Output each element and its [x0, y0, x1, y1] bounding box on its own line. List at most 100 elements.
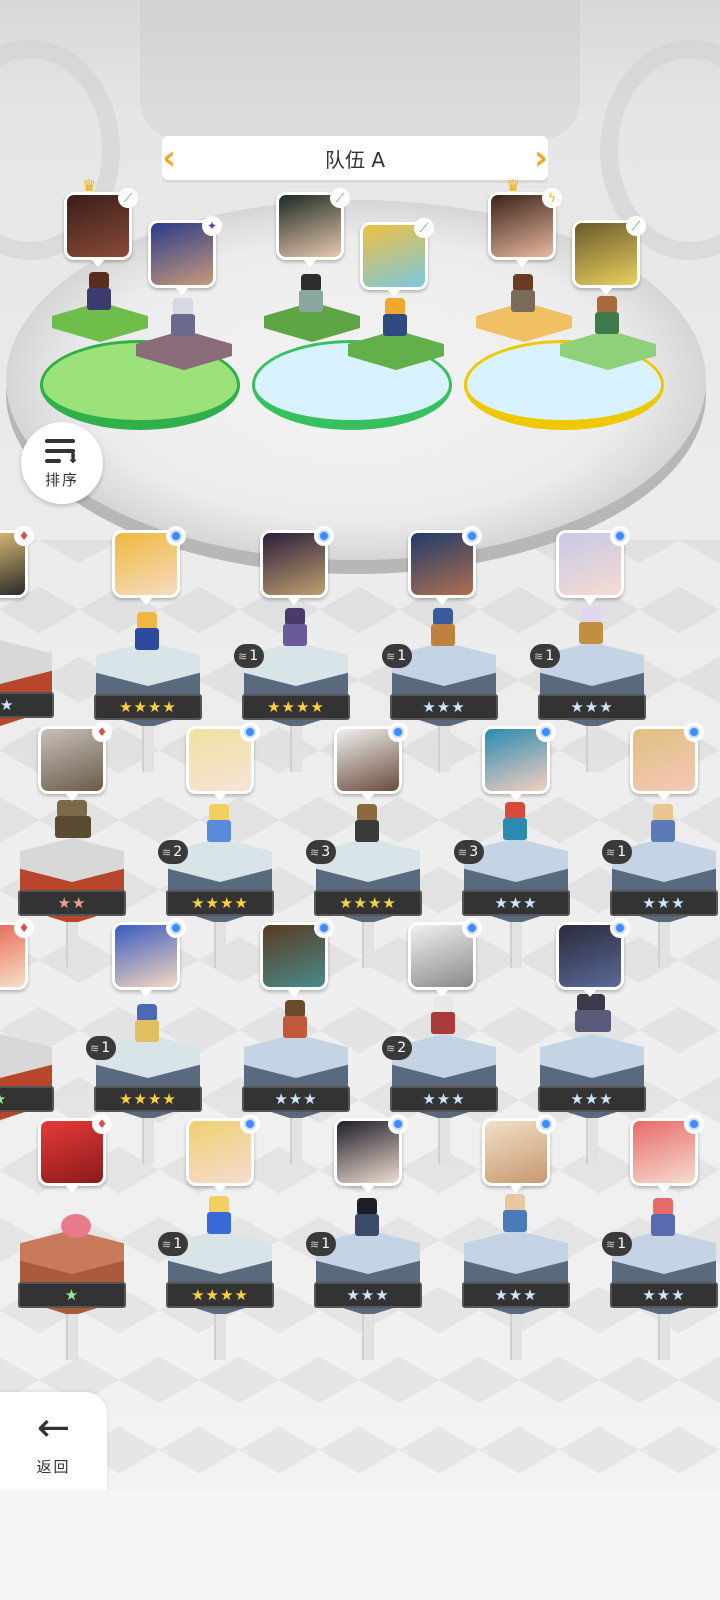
- hero-sprite[interactable]: [350, 1198, 384, 1238]
- level-icon: ≋: [162, 1237, 172, 1251]
- team-member-block: [476, 302, 572, 386]
- team-member-sprite[interactable]: [378, 298, 412, 338]
- back-button[interactable]: ← 返回: [0, 1392, 107, 1492]
- leader-crown-icon: ♛: [506, 176, 521, 195]
- hero-sprite[interactable]: [498, 802, 532, 842]
- team-member-sprite[interactable]: [294, 274, 328, 314]
- hero-portrait[interactable]: ♦: [38, 1114, 112, 1193]
- hero-portrait[interactable]: [556, 526, 630, 605]
- team-portrait[interactable]: ♛ ϟ: [488, 176, 562, 267]
- hero-portrait[interactable]: [112, 526, 186, 605]
- water-element-icon: [610, 918, 630, 938]
- dark-element-icon: ✦: [202, 216, 222, 236]
- water-element-icon: [610, 526, 630, 546]
- water-element-icon: [240, 1114, 260, 1134]
- hero-sprite[interactable]: [278, 1000, 312, 1040]
- hero-portrait[interactable]: ♦: [0, 526, 34, 598]
- hero-level-badge: ≋ 2: [158, 840, 189, 864]
- level-icon: ≋: [606, 1237, 616, 1251]
- sort-label: 排序: [44, 470, 79, 489]
- hero-portrait[interactable]: [186, 722, 260, 801]
- team-member-block: [348, 330, 444, 414]
- hero-portrait[interactable]: [186, 1114, 260, 1193]
- hero-portrait[interactable]: [334, 1114, 408, 1193]
- hero-pedestal[interactable]: ★★★: [538, 1034, 646, 1164]
- team-member-sprite[interactable]: [590, 296, 624, 336]
- next-team-arrow-icon[interactable]: ›: [530, 136, 552, 180]
- star-rating: ★★★: [462, 890, 570, 916]
- team-portrait[interactable]: ⟋: [360, 218, 434, 297]
- hero-level-badge: ≋ 1: [158, 1232, 189, 1256]
- light-element-icon: ϟ: [542, 188, 562, 208]
- team-portrait[interactable]: ♛ ⟋: [64, 176, 138, 267]
- team-portrait[interactable]: ⟋: [572, 216, 646, 295]
- hero-sprite[interactable]: [498, 1194, 532, 1234]
- star-rating: ★★★: [390, 694, 498, 720]
- leader-crown-icon: ♛: [82, 176, 97, 195]
- hero-portrait[interactable]: ♦: [38, 722, 112, 801]
- hero-sprite[interactable]: [202, 804, 236, 844]
- team-name-banner[interactable]: ‹ 队伍 A ›: [162, 136, 548, 180]
- hero-sprite[interactable]: [50, 800, 100, 840]
- water-element-icon: [240, 722, 260, 742]
- hero-level-badge: ≋ 1: [530, 644, 561, 668]
- hero-sprite[interactable]: [646, 804, 680, 844]
- hero-portrait[interactable]: [482, 722, 556, 801]
- star-rating: ★★★★: [242, 694, 350, 720]
- hero-sprite[interactable]: [574, 606, 608, 646]
- hero-pedestal[interactable]: ★★★: [462, 1230, 570, 1360]
- team-member-block: [264, 302, 360, 386]
- hero-portrait[interactable]: [334, 722, 408, 801]
- previous-team-arrow-icon[interactable]: ‹: [158, 136, 180, 180]
- hero-portrait[interactable]: [630, 1114, 704, 1193]
- hero-sprite[interactable]: [54, 1214, 98, 1254]
- hero-portrait[interactable]: [112, 918, 186, 997]
- hero-portrait[interactable]: [408, 918, 482, 997]
- hero-pedestal[interactable]: ★★: [0, 640, 54, 740]
- hero-portrait[interactable]: ♦: [0, 918, 34, 990]
- hero-portrait[interactable]: [408, 526, 482, 605]
- star-rating: ★★: [18, 890, 126, 916]
- water-element-icon: [166, 918, 186, 938]
- wind-element-icon: ⟋: [330, 188, 350, 208]
- hero-sprite[interactable]: [130, 1004, 164, 1044]
- level-icon: ≋: [310, 1237, 320, 1251]
- hero-sprite[interactable]: [278, 608, 312, 648]
- water-element-icon: [388, 1114, 408, 1134]
- team-member-sprite[interactable]: [82, 272, 116, 312]
- back-arrow-icon: ←: [36, 1404, 71, 1451]
- hero-portrait[interactable]: [556, 918, 630, 997]
- star-rating: ★★★: [610, 1282, 718, 1308]
- wind-element-icon: ⟋: [414, 218, 434, 238]
- hero-pedestal[interactable]: ★★★★: [94, 642, 202, 772]
- hero-sprite[interactable]: [350, 804, 384, 844]
- hero-pedestal[interactable]: ★★: [18, 838, 126, 968]
- team-portrait[interactable]: ⟋: [276, 188, 350, 267]
- level-icon: ≋: [606, 845, 616, 859]
- level-icon: ≋: [238, 649, 248, 663]
- hero-portrait[interactable]: [482, 1114, 556, 1193]
- wind-element-icon: ⟋: [626, 216, 646, 236]
- hero-sprite[interactable]: [130, 612, 164, 652]
- sort-button[interactable]: ⬇ 排序: [21, 422, 103, 504]
- team-member-block: [136, 330, 232, 414]
- wind-element-icon: ⟋: [118, 188, 138, 208]
- hero-pedestal[interactable]: ★★★: [242, 1034, 350, 1164]
- water-element-icon: [388, 722, 408, 742]
- hero-sprite[interactable]: [646, 1198, 680, 1238]
- fire-element-icon: ♦: [14, 526, 34, 546]
- level-icon: ≋: [386, 649, 396, 663]
- hero-level-badge: ≋ 1: [306, 1232, 337, 1256]
- star-rating: ★★★: [390, 1086, 498, 1112]
- hero-sprite[interactable]: [202, 1196, 236, 1236]
- team-member-sprite[interactable]: [166, 298, 200, 338]
- hero-portrait[interactable]: [260, 526, 334, 605]
- team-member-sprite[interactable]: [506, 274, 540, 314]
- hero-sprite[interactable]: [570, 994, 620, 1034]
- hero-portrait[interactable]: [630, 722, 704, 801]
- hero-sprite[interactable]: [426, 608, 460, 648]
- level-icon: ≋: [90, 1041, 100, 1055]
- hero-sprite[interactable]: [426, 996, 460, 1036]
- team-portrait[interactable]: ✦: [148, 216, 222, 295]
- hero-portrait[interactable]: [260, 918, 334, 997]
